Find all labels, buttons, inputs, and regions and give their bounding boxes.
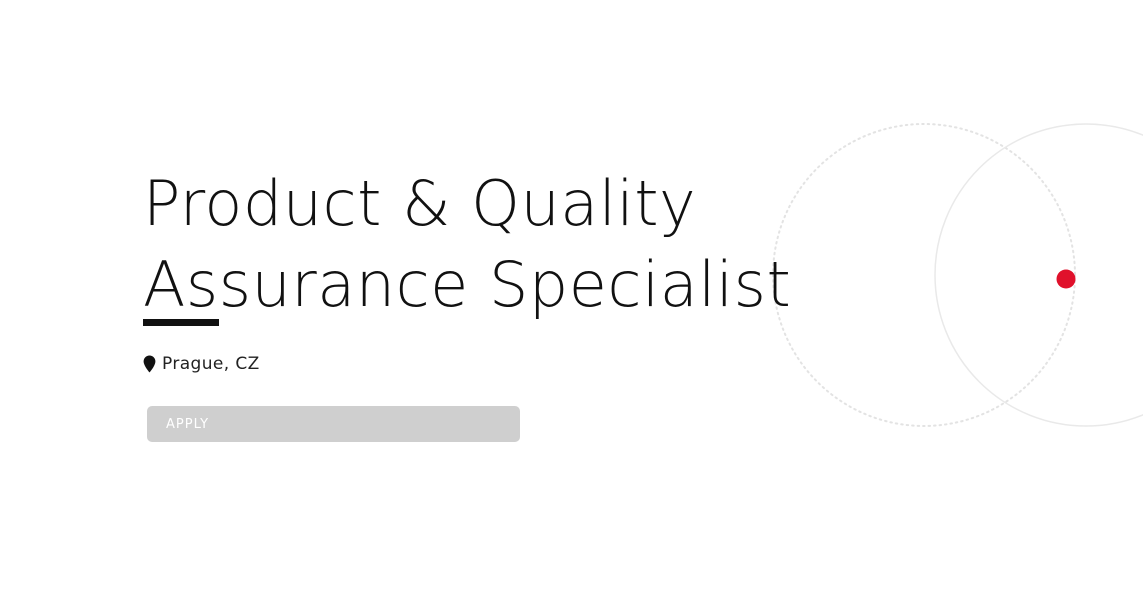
apply-button[interactable]: APPLY: [147, 406, 520, 442]
location-text: Prague, CZ: [162, 354, 260, 374]
map-pin-icon: [143, 355, 156, 373]
job-title: Product & Quality Assurance Specialist: [143, 167, 792, 321]
job-detail-page: Product & Quality Assurance Specialist P…: [0, 0, 1143, 600]
title-underline: [143, 319, 219, 326]
job-location: Prague, CZ: [143, 353, 260, 375]
accent-dot: [1056, 269, 1076, 289]
job-header: Product & Quality Assurance Specialist: [143, 163, 1003, 326]
